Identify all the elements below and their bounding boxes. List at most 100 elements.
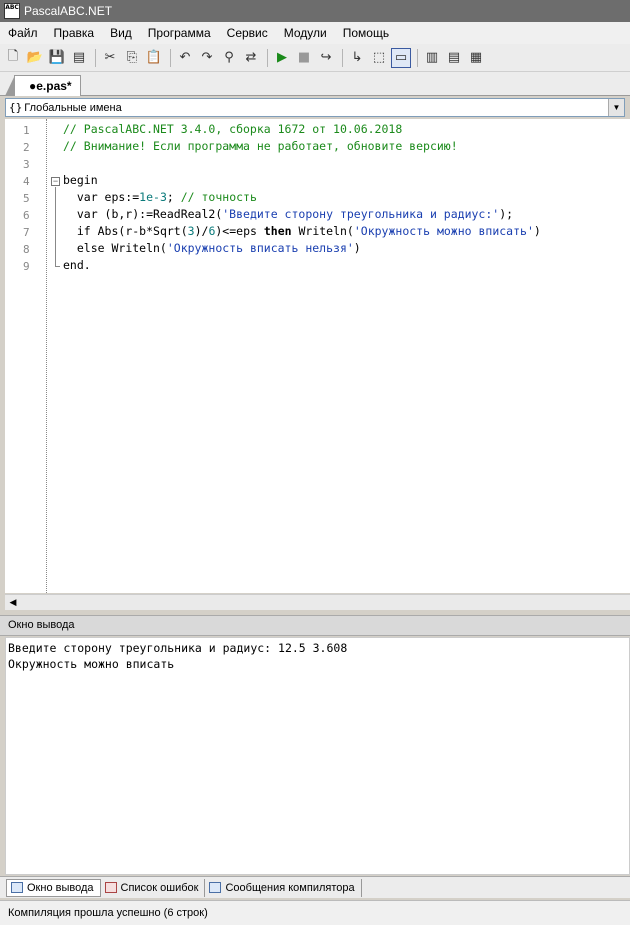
intellisense-icon[interactable]: ▦ bbox=[466, 48, 486, 68]
number-literal: 3 bbox=[187, 224, 195, 238]
status-bar: Компиляция прошла успешно (6 строк) bbox=[0, 900, 630, 925]
toolbar-separator bbox=[417, 48, 418, 67]
debug-icon[interactable]: ⬚ bbox=[369, 48, 389, 68]
tab-label: Список ошибок bbox=[120, 881, 199, 894]
string-literal: 'Окружность вписать нельзя' bbox=[166, 241, 354, 255]
save-all-icon[interactable]: ▤ bbox=[69, 48, 89, 68]
stop-icon[interactable]: ■ bbox=[294, 48, 314, 68]
toolbar-separator bbox=[342, 48, 343, 67]
output-line: Окружность можно вписать bbox=[8, 657, 175, 671]
code-line-2: // Внимание! Если программа не работает,… bbox=[63, 138, 458, 155]
menu-edit[interactable]: Правка bbox=[46, 26, 103, 40]
code-text: ) bbox=[533, 224, 541, 238]
fold-toggle-icon[interactable]: − bbox=[51, 177, 60, 186]
code-text: var (b,r):=ReadReal2( bbox=[63, 207, 223, 221]
number-literal: 1e-3 bbox=[139, 190, 167, 204]
tab-e-pas[interactable]: ●e.pas* bbox=[5, 75, 81, 96]
code-line-8: else Writeln('Окружность вписать нельзя'… bbox=[63, 240, 361, 257]
app-icon: ABC bbox=[4, 3, 20, 19]
string-literal: 'Окружность можно вписать' bbox=[353, 224, 534, 238]
toolbar-separator bbox=[95, 48, 96, 67]
find-icon[interactable]: ⚲ bbox=[219, 48, 239, 68]
code-text: ; bbox=[166, 190, 181, 204]
line-number: 2 bbox=[23, 141, 30, 154]
keyword-begin: begin bbox=[63, 173, 98, 187]
redo-icon[interactable]: ↷ bbox=[197, 48, 217, 68]
line-number-gutter: 1 2 3 4 5 6 7 8 9 bbox=[5, 119, 47, 593]
tab-error-list[interactable]: Список ошибок bbox=[101, 878, 206, 897]
menu-program[interactable]: Программа bbox=[140, 26, 219, 40]
code-line-7: if Abs(r-b*Sqrt(3)/6)<=eps then Writeln(… bbox=[63, 223, 541, 240]
step-over-icon[interactable]: ↪ bbox=[316, 48, 336, 68]
document-tabs: ●e.pas* bbox=[0, 72, 630, 96]
code-text: )/ bbox=[194, 224, 209, 238]
title-bar: ABC PascalABC.NET bbox=[0, 0, 630, 22]
menu-service[interactable]: Сервис bbox=[219, 26, 276, 40]
bottom-tabs: Окно вывода Список ошибок Сообщения комп… bbox=[0, 876, 630, 898]
line-number: 9 bbox=[23, 260, 30, 273]
output-line: Введите сторону треугольника и радиус: 1… bbox=[8, 641, 348, 655]
window-title: PascalABC.NET bbox=[24, 4, 113, 18]
keyword-if: if bbox=[63, 224, 91, 238]
code-line-9: end. bbox=[63, 257, 91, 274]
comment: // точность bbox=[180, 190, 257, 204]
code-editor[interactable]: 1 2 3 4 5 6 7 8 9 − // PascalABC.NET 3.4… bbox=[5, 119, 630, 593]
tab-output-window[interactable]: Окно вывода bbox=[6, 878, 101, 897]
keyword-end: end. bbox=[63, 258, 91, 272]
keyword-else: else bbox=[63, 241, 105, 255]
line-number: 3 bbox=[23, 158, 30, 171]
save-icon[interactable]: 💾 bbox=[47, 48, 67, 68]
tab-label: Сообщения компилятора bbox=[225, 881, 355, 894]
replace-icon[interactable]: ⇄ bbox=[241, 48, 261, 68]
code-text: ); bbox=[499, 207, 514, 221]
menu-bar: Файл Правка Вид Программа Сервис Модули … bbox=[0, 22, 630, 44]
cut-icon[interactable]: ✂ bbox=[100, 48, 120, 68]
code-line-4: begin bbox=[63, 172, 98, 189]
code-line-5: var eps:=1e-3; // точность bbox=[63, 189, 257, 206]
compile-icon[interactable]: ▤ bbox=[444, 48, 464, 68]
toolbar-separator bbox=[267, 48, 268, 67]
open-folder-icon[interactable]: 📂 bbox=[25, 48, 45, 68]
fold-guide-end bbox=[55, 266, 60, 267]
code-text: Abs(r-b*Sqrt( bbox=[90, 224, 188, 238]
fold-guide bbox=[55, 187, 56, 267]
scope-label: Глобальные имена bbox=[24, 101, 122, 114]
undo-icon[interactable]: ↶ bbox=[175, 48, 195, 68]
line-number: 6 bbox=[23, 209, 30, 222]
output-window[interactable]: Введите сторону треугольника и радиус: 1… bbox=[5, 637, 630, 875]
paste-icon[interactable]: 📋 bbox=[144, 48, 164, 68]
line-number: 7 bbox=[23, 226, 30, 239]
copy-icon[interactable]: ⎘ bbox=[122, 48, 142, 68]
line-number: 1 bbox=[23, 124, 30, 137]
horizontal-scrollbar[interactable]: ◀ bbox=[5, 594, 630, 610]
code-line-6: var (b,r):=ReadReal2('Введите сторону тр… bbox=[63, 206, 513, 223]
code-text: ) bbox=[353, 241, 361, 255]
code-text: )<=eps bbox=[215, 224, 264, 238]
code-text: var eps:= bbox=[63, 190, 140, 204]
new-file-icon[interactable]: 🗋 bbox=[3, 48, 23, 68]
compiler-messages-icon bbox=[209, 882, 222, 893]
error-list-icon bbox=[104, 882, 117, 893]
comment: // Внимание! Если программа не работает,… bbox=[63, 139, 458, 153]
comment: // PascalABC.NET 3.4.0, сборка 1672 от 1… bbox=[63, 122, 403, 136]
format-icon[interactable]: ▥ bbox=[422, 48, 442, 68]
keyword-then: then bbox=[263, 224, 292, 238]
tab-compiler-messages[interactable]: Сообщения компилятора bbox=[205, 878, 362, 897]
menu-modules[interactable]: Модули bbox=[276, 26, 335, 40]
output-window-icon bbox=[11, 882, 23, 893]
code-line-1: // PascalABC.NET 3.4.0, сборка 1672 от 1… bbox=[63, 121, 402, 138]
scroll-left-icon[interactable]: ◀ bbox=[5, 595, 21, 610]
code-text: Writeln( bbox=[104, 241, 167, 255]
line-number: 8 bbox=[23, 243, 30, 256]
output-window-icon[interactable]: ▭ bbox=[391, 47, 411, 68]
toolbar-separator bbox=[170, 48, 171, 67]
menu-file[interactable]: Файл bbox=[0, 26, 46, 40]
toolbar: 🗋 📂 💾 ▤ ✂ ⎘ 📋 ↶ ↷ ⚲ ⇄ ▶ ■ ↪ ↳ ⬚ ▭ ▥ ▤ ▦ bbox=[0, 44, 630, 72]
scope-dropdown[interactable]: {} Глобальные имена ▼ bbox=[5, 98, 625, 117]
chevron-down-icon[interactable]: ▼ bbox=[608, 99, 624, 116]
menu-view[interactable]: Вид bbox=[102, 26, 140, 40]
menu-help[interactable]: Помощь bbox=[335, 26, 397, 40]
step-into-icon[interactable]: ↳ bbox=[347, 48, 367, 68]
tab-label: Окно вывода bbox=[27, 881, 94, 894]
run-icon[interactable]: ▶ bbox=[272, 48, 292, 68]
